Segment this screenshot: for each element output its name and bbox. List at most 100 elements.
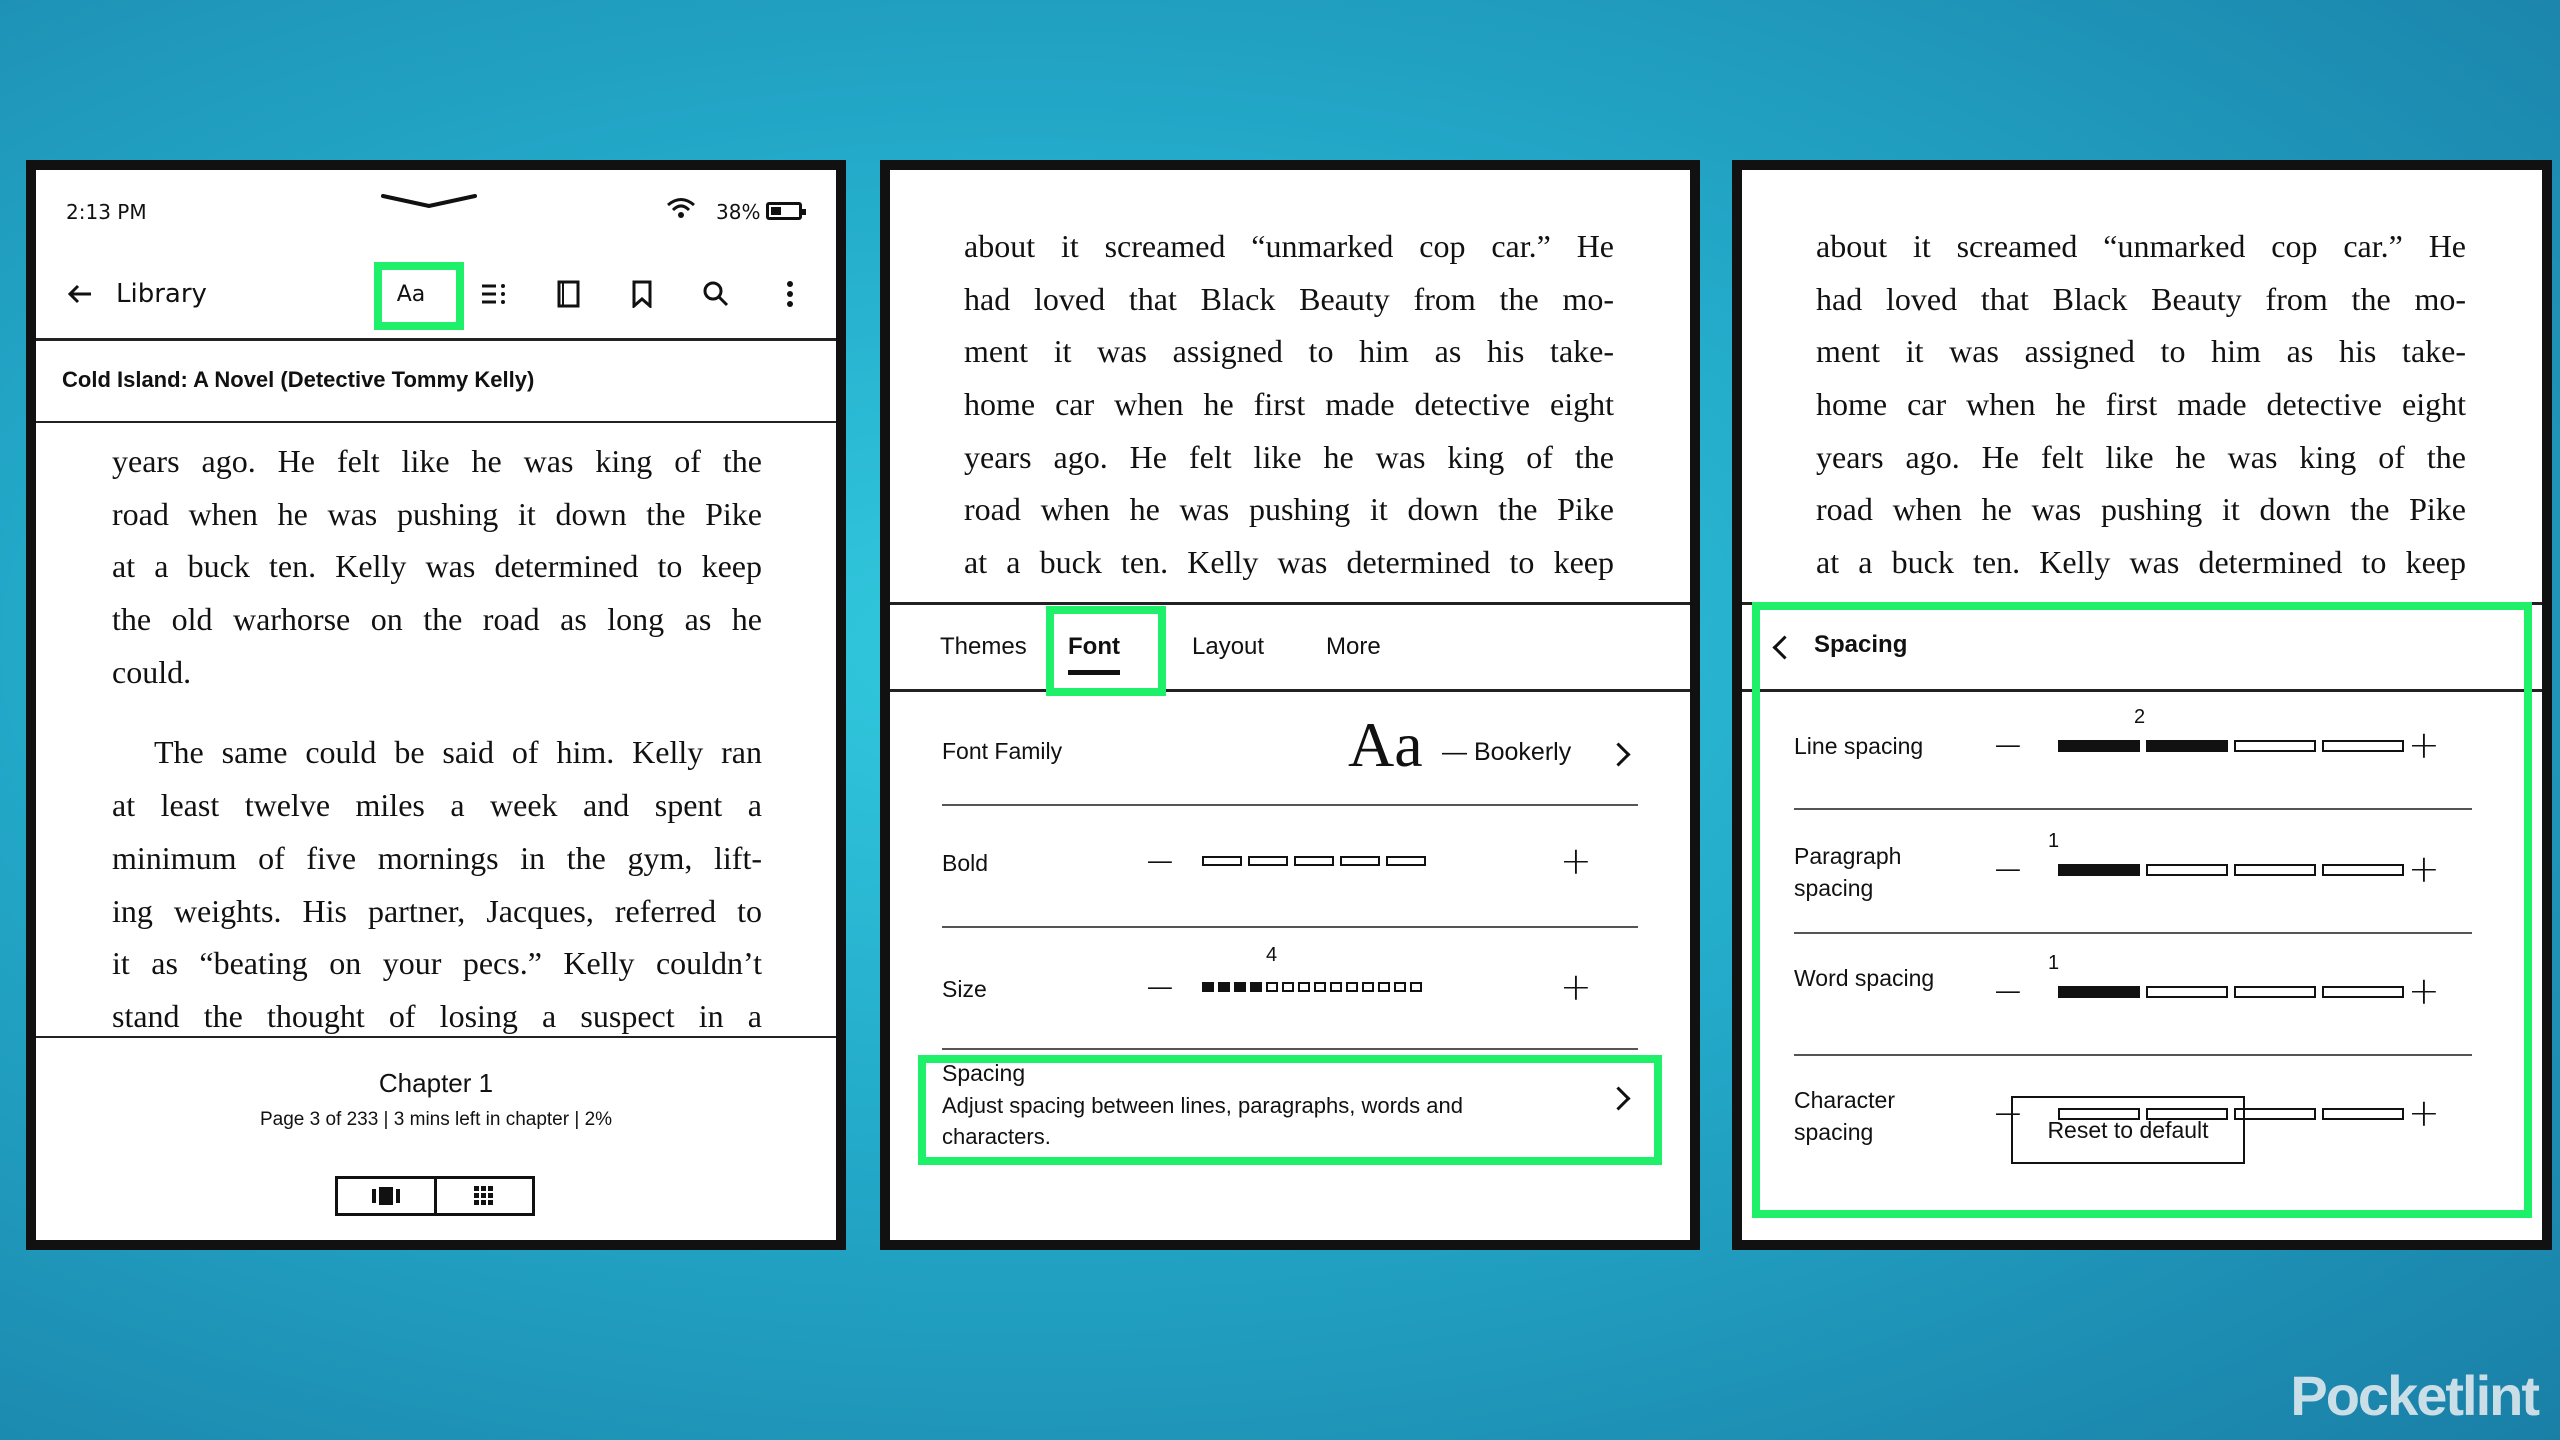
more-options-icon[interactable] bbox=[770, 250, 810, 338]
text-line: about it screamed “unmarked cop car.” He bbox=[1816, 228, 2466, 264]
text-line: at least twelve miles a week and spent a bbox=[112, 787, 762, 824]
text-line: ment it was assigned to him as his take- bbox=[964, 333, 1614, 370]
text-line: years ago. He felt like he was king of t… bbox=[964, 438, 1614, 475]
reading-footer: Chapter 1 Page 3 of 233 | 3 mins left in… bbox=[36, 1036, 836, 1240]
page-view-button[interactable] bbox=[338, 1179, 437, 1213]
size-label: Size bbox=[942, 976, 987, 1002]
text-line: about it screamed “unmarked cop car.” He bbox=[964, 228, 1614, 264]
page-progress: Page 3 of 233 | 3 mins left in chapter |… bbox=[259, 1109, 613, 1130]
level-segment[interactable] bbox=[1394, 982, 1406, 992]
level-segment[interactable] bbox=[1298, 982, 1310, 992]
text-line: years ago. He felt like he was king of t… bbox=[112, 443, 762, 479]
search-icon[interactable] bbox=[696, 250, 736, 338]
text-line: at a buck ten. Kelly was determined to k… bbox=[964, 544, 1614, 581]
bold-increase-button[interactable]: + bbox=[1560, 842, 1592, 880]
reader-panel-main: 2:13 PM 38% Library Aa Cold Island: A No… bbox=[26, 160, 846, 1250]
text-line: ment it was assigned to him as his take- bbox=[1816, 333, 2466, 370]
level-segment[interactable] bbox=[1362, 982, 1374, 992]
level-segment[interactable] bbox=[1346, 982, 1358, 992]
size-increase-button[interactable]: + bbox=[1560, 968, 1592, 1006]
level-segment[interactable] bbox=[1282, 982, 1294, 992]
text-line: road when he was pushing it down the Pik… bbox=[112, 495, 762, 532]
level-segment[interactable] bbox=[1340, 856, 1380, 866]
library-link[interactable]: Library bbox=[116, 250, 207, 338]
size-value: 4 bbox=[1266, 944, 1278, 966]
notebook-icon[interactable] bbox=[548, 250, 588, 338]
spacing-settings-panel: about it screamed “unmarked cop car.” He… bbox=[1732, 160, 2552, 1250]
text-line: ing weights. His partner, Jacques, refer… bbox=[112, 892, 762, 929]
book-text: about it screamed “unmarked cop car.” He… bbox=[964, 220, 1614, 589]
font-family-value: — Bookerly bbox=[1442, 738, 1572, 766]
text-line: it as “beating on your pecs.” Kelly coul… bbox=[112, 945, 762, 982]
tab-layout[interactable]: Layout bbox=[1192, 605, 1264, 689]
battery-percent: 38% bbox=[716, 200, 761, 224]
text-line: could. bbox=[112, 653, 192, 690]
tab-more[interactable]: More bbox=[1326, 605, 1381, 689]
size-decrease-button[interactable]: − bbox=[1144, 968, 1176, 1006]
text-line: years ago. He felt like he was king of t… bbox=[1816, 438, 2466, 475]
level-segment[interactable] bbox=[1266, 982, 1278, 992]
level-segment[interactable] bbox=[1250, 982, 1262, 992]
level-segment[interactable] bbox=[1248, 856, 1288, 866]
level-segment[interactable] bbox=[1202, 982, 1214, 992]
highlight-spacing-row bbox=[918, 1055, 1662, 1165]
size-level-bar[interactable] bbox=[1202, 982, 1422, 992]
page-flip-icon bbox=[371, 1187, 400, 1205]
watermark-logo: Pocketlint bbox=[2290, 1364, 2540, 1427]
bold-decrease-button[interactable]: − bbox=[1144, 842, 1176, 880]
highlight-spacing-panel bbox=[1752, 602, 2532, 1218]
level-segment[interactable] bbox=[1234, 982, 1246, 992]
level-segment[interactable] bbox=[1410, 982, 1422, 992]
level-segment[interactable] bbox=[1330, 982, 1342, 992]
font-family-label: Font Family bbox=[942, 738, 1063, 764]
text-line: stand the thought of losing a suspect in… bbox=[112, 997, 762, 1034]
text-line: The same could be said of him. Kelly ran bbox=[154, 734, 762, 771]
highlight-font-tab bbox=[1046, 606, 1166, 696]
tab-themes[interactable]: Themes bbox=[940, 605, 1027, 689]
back-arrow-icon[interactable] bbox=[60, 250, 100, 338]
bookmark-icon[interactable] bbox=[622, 250, 662, 338]
level-segment[interactable] bbox=[1202, 856, 1242, 866]
text-line: home car when he first made detective ei… bbox=[964, 386, 1614, 423]
view-toggle bbox=[335, 1176, 535, 1216]
text-line: road when he was pushing it down the Pik… bbox=[964, 491, 1614, 528]
bold-label: Bold bbox=[942, 850, 989, 876]
book-text: about it screamed “unmarked cop car.” He… bbox=[1816, 220, 2466, 589]
book-text: years ago. He felt like he was king of t… bbox=[112, 435, 762, 1043]
paragraph-2: The same could be said of him. Kelly ran… bbox=[112, 726, 762, 1042]
table-of-contents-icon[interactable] bbox=[474, 250, 514, 338]
bold-level-bar[interactable] bbox=[1202, 856, 1426, 866]
text-line: minimum of five mornings in the gym, lif… bbox=[112, 839, 762, 876]
font-sample: Aa bbox=[1348, 709, 1423, 780]
size-row: Size − 4 + bbox=[942, 926, 1638, 1050]
wifi-icon bbox=[667, 198, 695, 218]
grid-view-button[interactable] bbox=[437, 1179, 533, 1213]
chapter-title: Chapter 1 bbox=[378, 1068, 494, 1098]
font-family-row[interactable]: Font Family Aa — Bookerly bbox=[942, 702, 1638, 806]
grid-icon bbox=[474, 1186, 494, 1205]
text-line: had loved that Black Beauty from the mo- bbox=[964, 280, 1614, 317]
paragraph-1: years ago. He felt like he was king of t… bbox=[112, 435, 762, 698]
text-line: at a buck ten. Kelly was determined to k… bbox=[1816, 544, 2466, 581]
settings-tabs: Themes Font Layout More bbox=[890, 602, 1690, 692]
status-time: 2:13 PM bbox=[66, 200, 147, 224]
text-line: at a buck ten. Kelly was determined to k… bbox=[112, 548, 762, 585]
pull-down-handle-icon[interactable] bbox=[381, 192, 477, 208]
book-title: Cold Island: A Novel (Detective Tommy Ke… bbox=[36, 338, 836, 423]
text-line: the old warhorse on the road as long as … bbox=[112, 601, 762, 638]
highlight-font-button bbox=[374, 262, 464, 330]
text-line: home car when he first made detective ei… bbox=[1816, 386, 2466, 423]
text-line: had loved that Black Beauty from the mo- bbox=[1816, 280, 2466, 317]
level-segment[interactable] bbox=[1386, 856, 1426, 866]
level-segment[interactable] bbox=[1294, 856, 1334, 866]
bold-row: Bold − + bbox=[942, 804, 1638, 928]
status-bar: 2:13 PM 38% bbox=[36, 170, 836, 250]
text-line: road when he was pushing it down the Pik… bbox=[1816, 491, 2466, 528]
font-settings-panel: about it screamed “unmarked cop car.” He… bbox=[880, 160, 1700, 1250]
level-segment[interactable] bbox=[1218, 982, 1230, 992]
battery-level bbox=[771, 207, 781, 215]
level-segment[interactable] bbox=[1378, 982, 1390, 992]
chevron-right-icon bbox=[1606, 742, 1631, 767]
level-segment[interactable] bbox=[1314, 982, 1326, 992]
battery-icon bbox=[766, 202, 806, 220]
